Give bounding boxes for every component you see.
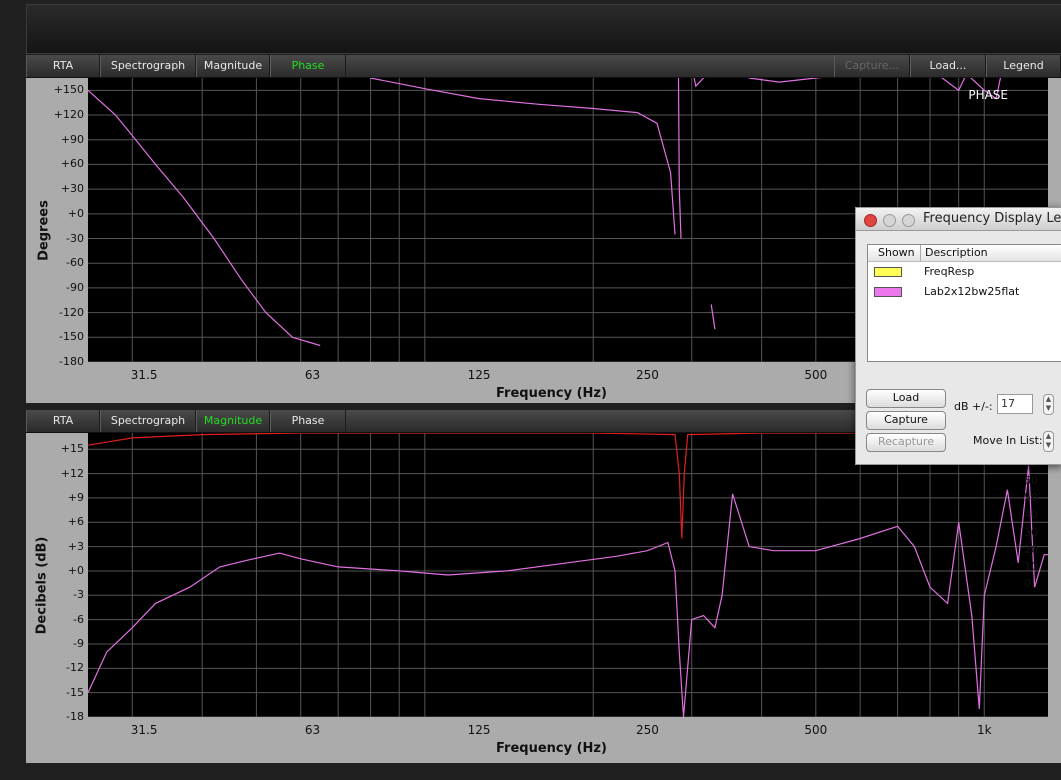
magnitude-y-tick: +15 — [60, 442, 84, 456]
legend-swatch[interactable] — [874, 287, 902, 297]
capture-button[interactable]: Capture — [866, 411, 946, 430]
tab-phase[interactable]: Phase — [270, 55, 346, 77]
legend-desc: FreqResp — [924, 265, 975, 278]
magnitude-plot-area[interactable] — [88, 433, 1048, 717]
magnitude-y-tick: +0 — [67, 563, 84, 577]
magnitude-right-tick: 30 — [1024, 525, 1038, 539]
phase-y-tick: -150 — [59, 330, 84, 344]
top-toolbar — [26, 4, 1061, 54]
minimize-window-icon[interactable] — [883, 214, 896, 227]
dialog-title: Frequency Display Legend — [923, 211, 1061, 226]
magnitude-y-tick: -9 — [73, 636, 84, 650]
magnitude-y-tick: +12 — [60, 466, 84, 480]
magnitude-y-tick: -3 — [73, 588, 84, 602]
load-button[interactable]: Load — [866, 389, 946, 408]
magnitude-right-tick: 40 — [1024, 508, 1038, 522]
phase-x-title: Frequency (Hz) — [496, 386, 607, 401]
dialog-title-bar[interactable]: Frequency Display Legend — [856, 208, 1061, 231]
phase-y-tick: +0 — [67, 206, 84, 220]
db-range-label: dB +/-: — [954, 400, 993, 413]
magnitude-x-tick: 250 — [635, 723, 659, 737]
magnitude-x-tick: 63 — [304, 723, 321, 737]
phase-y-tick: +120 — [53, 108, 84, 122]
tab-magnitude-lower[interactable]: Magnitude — [196, 410, 270, 432]
recapture-button[interactable]: Recapture — [866, 433, 946, 452]
move-in-list-label: Move In List: — [973, 434, 1043, 447]
phase-y-tick: +90 — [60, 132, 84, 146]
phase-label: PHASE — [968, 88, 1008, 102]
magnitude-y-tick: -15 — [66, 685, 84, 699]
phase-y-tick: -60 — [66, 256, 84, 270]
phase-tab-bar: RTA Spectrograph Magnitude Phase Capture… — [26, 55, 1061, 78]
magnitude-y-tick: -6 — [73, 612, 84, 626]
phase-x-tick: 500 — [804, 368, 828, 382]
magnitude-right-tick: 10 — [1024, 559, 1038, 573]
magnitude-y-tick: +6 — [67, 515, 84, 529]
phase-y-tick: +30 — [60, 182, 84, 196]
phase-y-tick: -120 — [59, 305, 84, 319]
magnitude-chart-svg — [88, 433, 1048, 717]
magnitude-y-tick: +3 — [67, 539, 84, 553]
phase-x-tick: 63 — [304, 368, 321, 382]
magnitude-right-tick: 50 — [1024, 491, 1038, 505]
legend-row-freqresp[interactable]: FreqResp — [868, 262, 1061, 282]
legend-row-lab2x12bw25flat[interactable]: Lab2x12bw25flat — [868, 282, 1061, 302]
move-in-list-stepper[interactable]: ▲ ▼ — [1043, 431, 1054, 452]
col-shown[interactable]: Shown — [878, 246, 915, 259]
magnitude-right-tick: 20 — [1024, 542, 1038, 556]
magnitude-x-tick: 125 — [467, 723, 491, 737]
tab-rta-lower[interactable]: RTA — [26, 410, 100, 432]
load-menu-button[interactable]: Load... — [910, 55, 986, 77]
column-divider — [920, 245, 921, 261]
legend-swatch[interactable] — [874, 267, 902, 277]
tab-spectrograph-lower[interactable]: Spectrograph — [100, 410, 196, 432]
phase-series-lab2x12bw25flat — [88, 89, 321, 347]
phase-series-lab2x12bw25flat — [693, 78, 705, 88]
magnitude-right-tick: 60 — [1024, 474, 1038, 488]
phase-x-tick: 125 — [467, 368, 491, 382]
close-window-icon[interactable] — [864, 214, 877, 227]
magnitude-y-tick: +9 — [67, 490, 84, 504]
phase-series-lab2x12bw25flat — [748, 78, 1002, 100]
magnitude-series-lab2x12bw25flat — [88, 465, 1048, 717]
legend-list-header: Shown Description — [868, 245, 1061, 262]
phase-series-lab2x12bw25flat — [369, 78, 676, 235]
phase-series-lab2x12bw25flat — [710, 304, 716, 330]
tab-magnitude[interactable]: Magnitude — [196, 55, 270, 77]
phase-x-tick: 250 — [635, 368, 659, 382]
magnitude-x-tick: 31.5 — [130, 723, 158, 737]
magnitude-right-tick: 0 — [1024, 577, 1031, 590]
tab-rta[interactable]: RTA — [26, 55, 100, 77]
phase-y-tick: -180 — [59, 355, 84, 368]
magnitude-y-tick: -18 — [66, 710, 84, 723]
magnitude-x-title: Frequency (Hz) — [496, 741, 607, 756]
phase-x-tick: 31.5 — [130, 368, 158, 382]
legend-menu-button[interactable]: Legend — [986, 55, 1061, 77]
db-range-input[interactable]: 17 — [997, 394, 1033, 414]
phase-y-tick: -90 — [66, 280, 84, 294]
magnitude-y-tick: -12 — [66, 661, 84, 675]
phase-y-tick: -30 — [66, 231, 84, 245]
legend-desc: Lab2x12bw25flat — [924, 285, 1020, 298]
col-description[interactable]: Description — [925, 246, 988, 259]
magnitude-x-tick: 500 — [804, 723, 828, 737]
frequency-display-legend-window: Frequency Display Legend Shown Descripti… — [855, 207, 1061, 465]
phase-y-tick: +60 — [60, 157, 84, 171]
db-range-stepper[interactable]: ▲ ▼ — [1043, 394, 1054, 415]
magnitude-y-title: Decibels (dB) — [34, 536, 50, 635]
phase-series-lab2x12bw25flat — [677, 78, 682, 239]
tab-spectrograph[interactable]: Spectrograph — [100, 55, 196, 77]
tab-phase-lower[interactable]: Phase — [270, 410, 346, 432]
phase-y-tick: +150 — [53, 83, 84, 97]
capture-menu-button[interactable]: Capture... — [834, 55, 910, 77]
magnitude-chart-panel: Decibels (dB) +15 +12 +9 +6 +3 +0 -3 -6 -9 -12 -15… — [26, 433, 1061, 763]
magnitude-x-tick: 1k — [976, 723, 992, 737]
zoom-window-icon[interactable] — [902, 214, 915, 227]
legend-list[interactable]: Shown Description FreqResp Lab2x12bw25fl… — [867, 244, 1061, 362]
